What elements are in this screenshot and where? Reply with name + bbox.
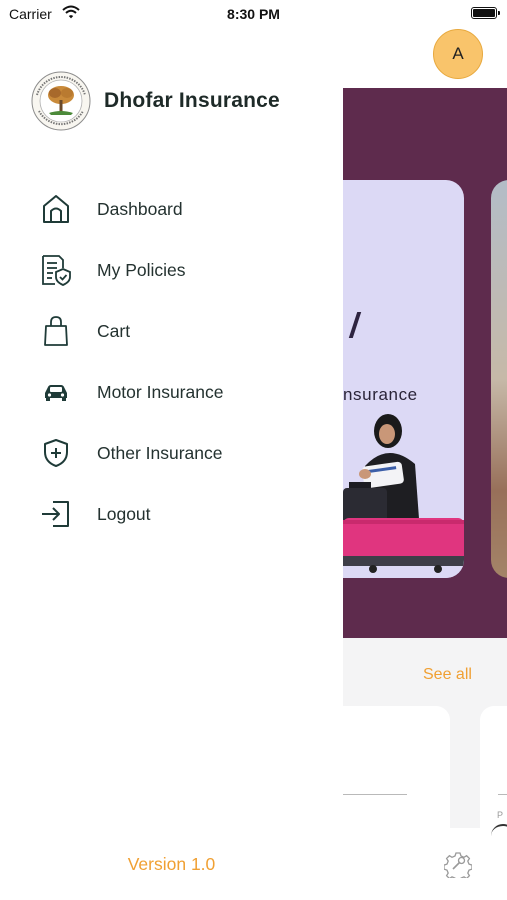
navigation-drawer: Dhofar Insurance Dashboard My Policies C…: [0, 0, 343, 900]
bottom-tab-bar: [343, 828, 507, 900]
promo-card-text: nsurance: [343, 385, 418, 404]
menu-item-my-policies[interactable]: My Policies: [0, 244, 343, 296]
menu-item-logout[interactable]: Logout: [0, 488, 343, 540]
shopping-bag-icon: [38, 313, 74, 349]
app-version-label: Version 1.0: [127, 854, 216, 874]
promo-card-travel[interactable]: nsurance: [343, 180, 464, 578]
status-bar: Carrier 8:30 PM: [0, 0, 507, 28]
divider: [498, 794, 507, 795]
menu-item-label: Dashboard: [97, 199, 183, 219]
promo-card-heading-fragment: [343, 312, 362, 338]
menu-item-dashboard[interactable]: Dashboard: [0, 183, 343, 235]
shield-plus-icon: [38, 435, 74, 471]
menu-item-motor-insurance[interactable]: Motor Insurance: [0, 366, 343, 418]
tab-bar-center-notch: [491, 824, 507, 846]
promo-banner: nsurance: [343, 88, 507, 638]
card-label-fragment: P: [497, 810, 504, 820]
divider: [343, 794, 407, 795]
promo-card-mountain[interactable]: [491, 180, 507, 578]
battery-icon: [471, 7, 500, 19]
dhofar-insurance-logo: [31, 71, 91, 131]
background-home-screen: A nsurance See all P: [343, 0, 507, 900]
menu-item-label: My Policies: [97, 260, 186, 280]
profile-avatar[interactable]: A: [433, 29, 483, 79]
see-all-link[interactable]: See all: [423, 666, 472, 684]
brand-name: Dhofar Insurance: [104, 89, 280, 112]
traveler-photo: [343, 406, 464, 578]
menu-item-other-insurance[interactable]: Other Insurance: [0, 427, 343, 479]
policy-document-icon: [38, 252, 74, 288]
settings-gear-icon[interactable]: [444, 850, 472, 878]
menu-item-label: Cart: [97, 321, 131, 341]
home-icon: [38, 191, 74, 227]
menu-item-cart[interactable]: Cart: [0, 305, 343, 357]
car-icon: [38, 374, 74, 410]
menu-item-label: Logout: [97, 504, 151, 524]
menu-item-label: Other Insurance: [97, 443, 223, 463]
logout-icon: [38, 496, 74, 532]
menu-item-label: Motor Insurance: [97, 382, 224, 402]
status-time: 8:30 PM: [227, 6, 280, 22]
